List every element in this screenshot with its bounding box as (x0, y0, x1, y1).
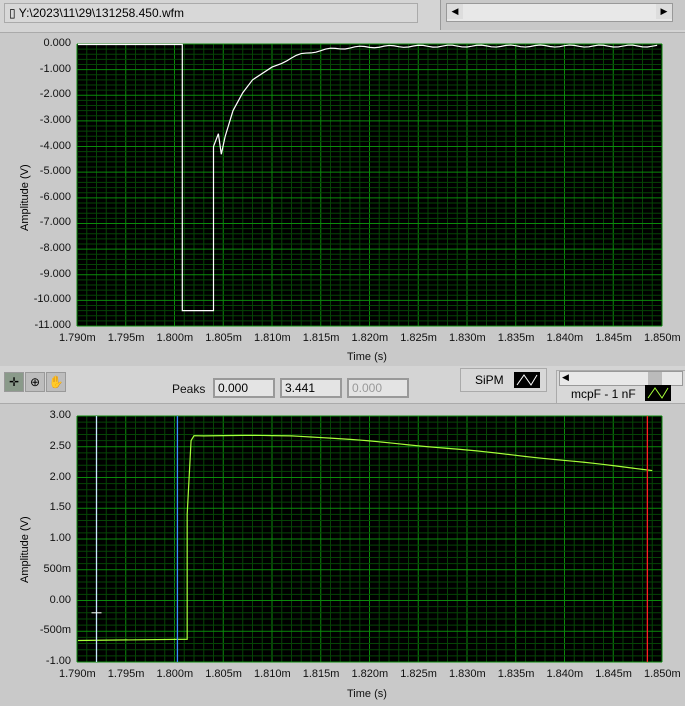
x-tick-label: 1.830m (449, 668, 486, 680)
x-tick-label: 1.800m (156, 332, 194, 344)
x-tick-label: 1.815m (302, 668, 340, 680)
y-tick-label: -500m (39, 624, 71, 637)
peak-value-1[interactable]: 0.000 (213, 378, 275, 398)
y-tick-label: -3.000 (39, 113, 71, 126)
zoom-tool-icon[interactable]: ⊕ (25, 372, 45, 392)
x-tick-label: 1.835m (497, 668, 535, 680)
y-tick-label: -11.000 (34, 319, 72, 331)
scroll-thumb[interactable] (648, 372, 662, 385)
x-tick-label: 1.790m (59, 668, 96, 680)
y-tick-label: -5.000 (39, 165, 71, 178)
x-tick-label: 1.835m (497, 332, 535, 344)
y-tick-label: -2.000 (39, 88, 71, 101)
y-tick-label: 2.50 (49, 439, 71, 452)
x-tick-label: 1.850m (644, 332, 681, 344)
pan-tool-icon[interactable]: ✋ (46, 372, 66, 392)
y-tick-label: -9.000 (39, 267, 71, 280)
x-tick-label: 1.790m (59, 332, 96, 344)
x-tick-label: 1.795m (107, 668, 145, 680)
y-tick-label: -4.000 (39, 139, 71, 152)
x-tick-label: 1.840m (546, 332, 584, 344)
y-tick-label: 3.00 (49, 409, 71, 421)
x-tick-label: 1.830m (449, 332, 486, 344)
peaks-label: Peaks (172, 382, 206, 396)
x-tick-label: 1.810m (254, 668, 291, 680)
top-x-axis-label: Time (s) (347, 351, 387, 363)
x-tick-label: 1.805m (205, 668, 242, 680)
y-tick-label: -8.000 (39, 242, 71, 255)
y-tick-label: -10.000 (33, 293, 71, 306)
x-tick-label: 1.815m (302, 332, 340, 344)
sipm-trace-swatch-icon (514, 372, 540, 388)
y-tick-label: -7.000 (39, 216, 71, 229)
x-tick-label: 1.850m (644, 668, 681, 680)
y-tick-label: -6.000 (39, 190, 71, 203)
legend-mcp[interactable]: ◀ ▶ mcpF - 1 nF (556, 370, 685, 404)
x-tick-label: 1.820m (351, 332, 389, 344)
legend-mcp-label: mcpF - 1 nF (571, 387, 636, 401)
x-tick-label: 1.840m (546, 668, 584, 680)
y-tick-label: -1.000 (39, 62, 71, 75)
legend-sipm-label: SiPM (475, 373, 504, 387)
y-tick-label: 1.00 (49, 532, 71, 544)
waveform-graphs (76, 43, 663, 663)
y-tick-label: 500m (43, 562, 71, 575)
y-tick-label: 2.00 (49, 470, 71, 483)
cursor-tool-icon[interactable]: ✛ (4, 372, 24, 392)
mcp-trace-swatch-icon (645, 385, 671, 401)
y-tick-label: 0.00 (49, 593, 71, 606)
legend-sipm[interactable]: SiPM (460, 368, 547, 392)
x-tick-label: 1.845m (595, 668, 632, 680)
x-tick-label: 1.845m (595, 332, 632, 344)
x-tick-label: 1.825m (400, 668, 437, 680)
x-tick-label: 1.820m (351, 668, 389, 680)
x-tick-label: 1.805m (205, 332, 242, 344)
peak-value-3: 0.000 (347, 378, 409, 398)
scroll-left-icon[interactable]: ◀ (562, 372, 569, 383)
x-tick-label: 1.795m (107, 332, 145, 344)
legend-scrollbar[interactable]: ◀ ▶ (559, 371, 683, 386)
y-tick-label: 1.50 (49, 501, 71, 514)
y-tick-label: -1.00 (45, 655, 71, 667)
x-tick-label: 1.810m (254, 332, 291, 344)
bottom-x-axis-label: Time (s) (347, 688, 387, 700)
x-tick-label: 1.825m (400, 332, 437, 344)
y-tick-label: 0.000 (43, 37, 71, 49)
peak-value-2[interactable]: 3.441 (280, 378, 342, 398)
x-tick-label: 1.800m (156, 668, 194, 680)
